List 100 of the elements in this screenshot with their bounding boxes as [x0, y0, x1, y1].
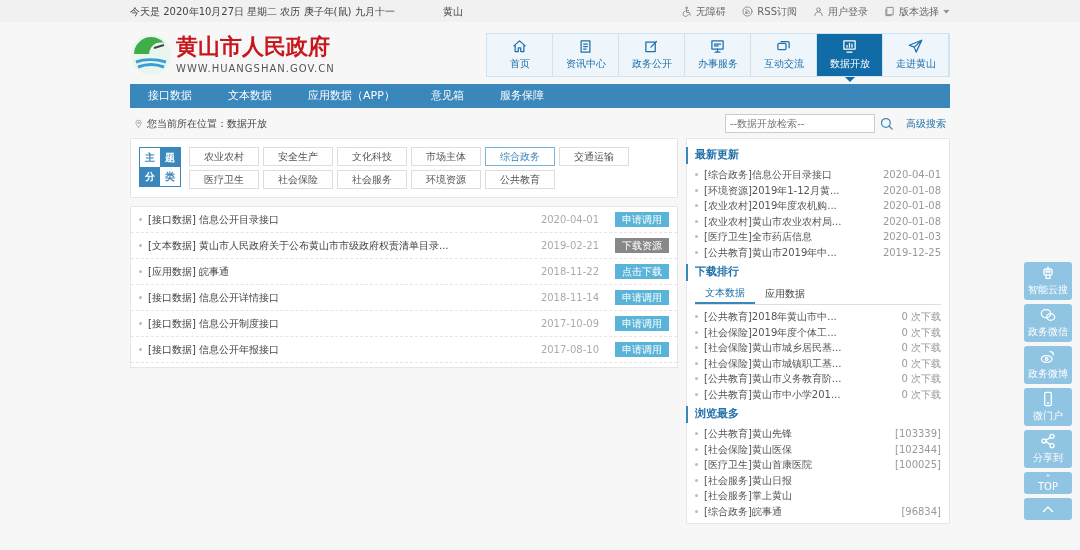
sidebar-link[interactable]: [环境资源]2019年1-12月黄... [704, 182, 840, 198]
nav-tab[interactable]: 资讯中心 [553, 34, 619, 76]
dataset-title-link[interactable]: [接口数据] 信息公开目录接口 [148, 212, 541, 227]
meta-text: 0 次下载 [900, 387, 941, 402]
bullet-icon [139, 296, 142, 299]
sidebar-link[interactable]: [公共教育]黄山市义务教育阶... [704, 371, 842, 387]
sidebar-link[interactable]: [社会保险]2019年度个体工... [704, 324, 837, 340]
date-text: 2020-04-01 [540, 213, 599, 227]
top-link[interactable]: 无障碍 [696, 3, 727, 19]
date-text: 2017-10-09 [540, 317, 599, 331]
dataset-title-link[interactable]: [接口数据] 信息公开制度接口 [148, 316, 541, 331]
sidebar-link[interactable]: [社会服务]掌上黄山 [704, 488, 792, 504]
meta-text: [103339] [894, 427, 941, 442]
sidebar-link[interactable]: [社会保险]黄山市城乡居民基... [704, 340, 842, 356]
edit-icon [644, 39, 659, 54]
search-icon [879, 115, 894, 131]
top-link[interactable]: 用户登录 [828, 3, 868, 19]
bullet-icon [139, 348, 142, 351]
meta-text: 0 次下载 [900, 325, 941, 340]
section-heading: 下载排行 [686, 264, 949, 281]
share-icon [1040, 433, 1056, 449]
float-button[interactable] [1024, 498, 1072, 520]
bullet-icon [695, 346, 698, 350]
action-button[interactable]: 下载资源 [615, 238, 669, 253]
accessibility-icon [681, 5, 693, 17]
topic-heading-cell: 题 [160, 148, 180, 167]
topic-tag[interactable]: 交通运输 [559, 147, 629, 166]
bullet-icon [695, 330, 698, 334]
dataset-title-link[interactable]: [接口数据] 信息公开详情接口 [148, 290, 541, 305]
dataset-title-link[interactable]: [应用数据] 皖事通 [148, 264, 541, 279]
advanced-search-link[interactable]: 高级搜索 [906, 115, 946, 131]
nav-tab[interactable]: 首页 [487, 34, 553, 76]
robot-icon [1040, 265, 1056, 281]
bullet-icon [695, 188, 698, 192]
document-icon [578, 39, 593, 54]
sidebar-link[interactable]: [社会保险]黄山医保 [704, 441, 792, 457]
sidebar-link[interactable]: [农业农村]2019年度农机购... [704, 198, 837, 214]
top-link[interactable]: 版本选择 [899, 3, 939, 19]
nav-tab[interactable]: 政务公开 [619, 34, 685, 76]
sidebar-link[interactable]: [公共教育]2018年黄山市中... [704, 309, 837, 325]
dataset-title-link[interactable]: [文本数据] 黄山市人民政府关于公布黄山市市级政府权责清单目录... [148, 238, 541, 253]
bullet-icon [695, 463, 698, 467]
topic-tag[interactable]: 公共教育 [485, 170, 555, 189]
bullet-icon [695, 235, 698, 239]
bullet-icon [695, 509, 698, 513]
bullet-icon [695, 447, 698, 451]
monitor-icon [710, 39, 725, 54]
nav-tab[interactable]: 走进黄山 [883, 34, 949, 76]
location-pin-icon [134, 118, 143, 128]
sub-nav-link[interactable]: 意见箱 [430, 87, 464, 105]
nav-tab[interactable]: 办事服务 [685, 34, 751, 76]
rss-icon [742, 5, 754, 17]
bullet-icon [695, 250, 698, 254]
sidebar-link[interactable]: [医疗卫生]全市药店信息 [704, 229, 812, 245]
topic-tag[interactable]: 文化科技 [337, 147, 407, 166]
topic-tag[interactable]: 医疗卫生 [189, 170, 259, 189]
section-heading: 浏览最多 [686, 406, 949, 423]
meta-text: 2020-01-08 [881, 199, 941, 214]
topic-tag[interactable]: 社会服务 [337, 170, 407, 189]
sidebar-link[interactable]: [综合政务]皖事通 [704, 503, 782, 519]
section-tab[interactable]: 文本数据 [695, 285, 755, 304]
meta-text: 2019-12-25 [881, 245, 941, 260]
sub-nav-link[interactable]: 服务保障 [499, 87, 544, 105]
topic-tag[interactable]: 市场主体 [411, 147, 481, 166]
top-link[interactable]: RSS订阅 [757, 3, 797, 19]
bullet-icon [695, 478, 698, 482]
section-tab[interactable]: 应用数据 [755, 285, 815, 304]
section-heading: 最新更新 [686, 147, 949, 164]
sidebar-link[interactable]: [综合政务]信息公开目录接口 [704, 167, 832, 183]
sidebar-link[interactable]: [社会服务]黄山日报 [704, 472, 792, 488]
home-icon [512, 39, 527, 54]
sidebar-link[interactable]: [公共教育]黄山市中小学201... [704, 386, 841, 402]
sub-nav-link[interactable]: 接口数据 [148, 87, 192, 105]
meta-text: 0 次下载 [900, 310, 941, 325]
sub-nav-link[interactable]: 应用数据（APP） [308, 87, 395, 105]
sidebar-link[interactable]: [农业农村]黄山市农业农村局... [704, 213, 842, 229]
topic-tag[interactable]: 综合政务 [485, 147, 555, 166]
search-field[interactable]: --数据开放检索-- [725, 113, 875, 133]
bullet-icon [695, 494, 698, 498]
meta-text: [96834] [900, 504, 941, 519]
topic-tag[interactable]: 社会保险 [263, 170, 333, 189]
date-text: 2018-11-14 [540, 291, 599, 305]
bullet-icon [695, 204, 698, 208]
meta-text: 0 次下载 [900, 372, 941, 387]
meta-text: 2020-01-03 [881, 230, 941, 245]
sidebar-link[interactable]: [公共教育]黄山市2019年中... [704, 244, 837, 260]
sub-nav-link[interactable]: 文本数据 [228, 87, 272, 105]
sidebar-link[interactable]: [社会保险]黄山市城镇职工基... [704, 355, 842, 371]
sidebar-link[interactable]: [公共教育]黄山先锋 [704, 426, 792, 442]
topic-tag[interactable]: 环境资源 [411, 170, 481, 189]
dataset-title-link[interactable]: [接口数据] 信息公开年报接口 [148, 342, 541, 357]
topic-tag[interactable]: 农业农村 [189, 147, 259, 166]
bullet-icon [695, 361, 698, 365]
topic-tag[interactable]: 安全生产 [263, 147, 333, 166]
bullet-icon [695, 219, 698, 223]
sidebar-link[interactable]: [医疗卫生]黄山首康医院 [704, 457, 812, 473]
meta-text: [100025] [894, 458, 941, 473]
date-text: 2017-08-10 [540, 343, 599, 357]
meta-text: 2020-01-08 [881, 183, 941, 198]
city-text: 黄山 [442, 4, 463, 19]
